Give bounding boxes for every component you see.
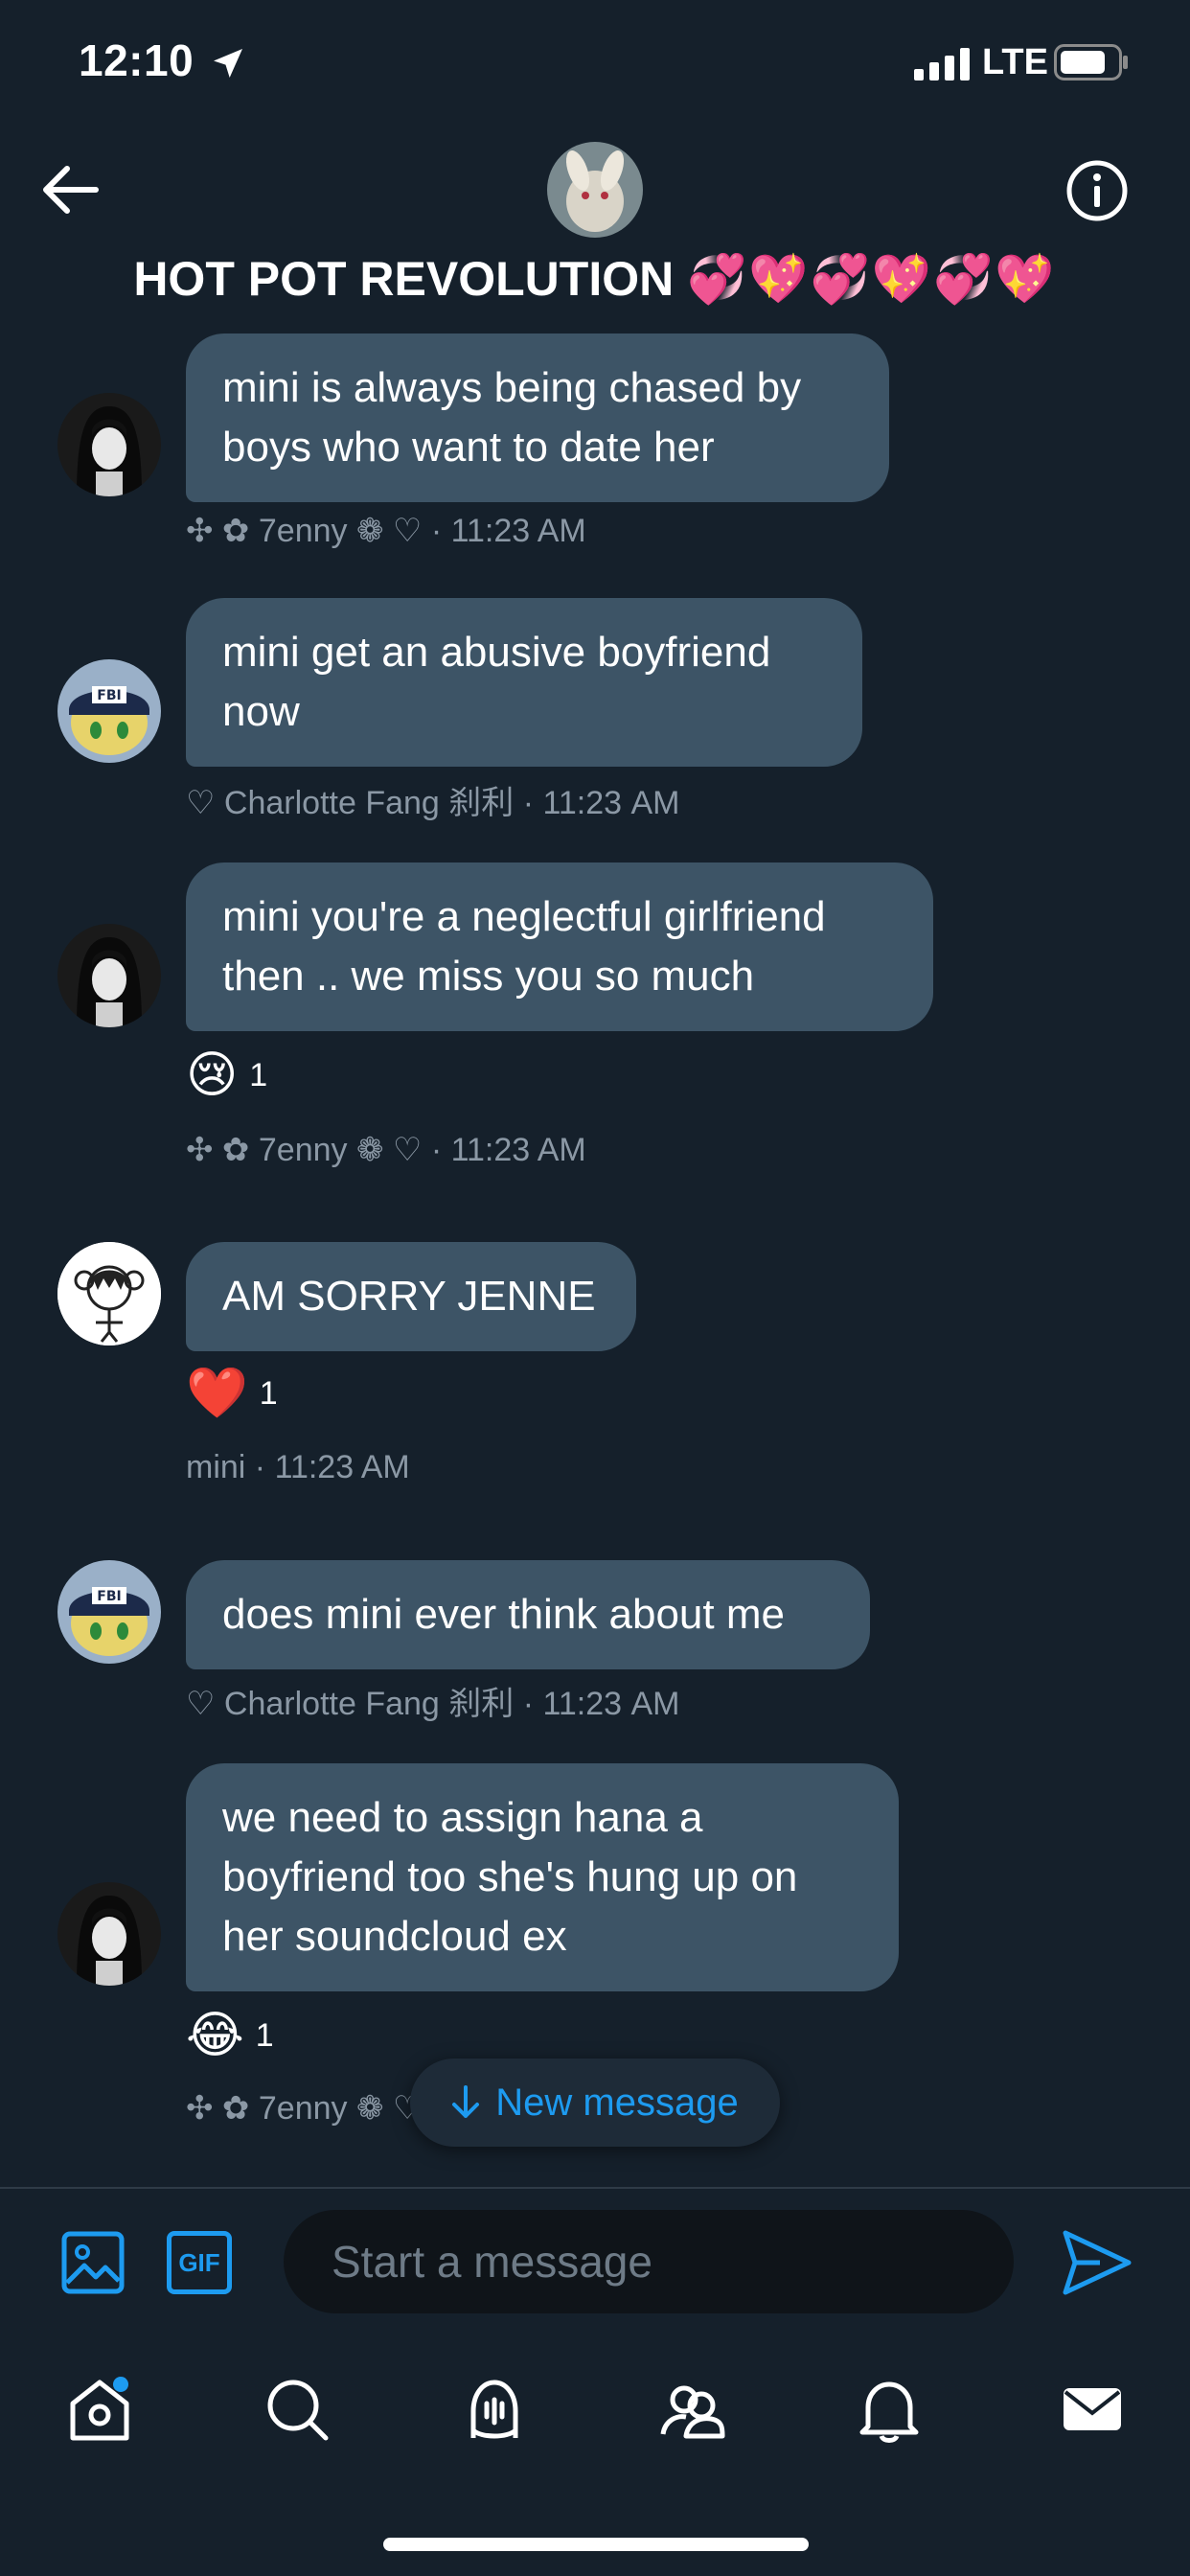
reaction-emoji: 😢 <box>186 1047 239 1103</box>
gif-label: GIF <box>178 2247 220 2277</box>
group-title-text: HOT POT REVOLUTION <box>133 252 675 306</box>
svg-text:FBI: FBI <box>97 688 121 703</box>
message-sender[interactable]: ♡ Charlotte Fang 刹利 <box>186 785 514 821</box>
message-time: 11:23 AM <box>542 1686 680 1722</box>
message-time: 11:23 AM <box>450 513 586 549</box>
signal-icon <box>914 48 970 80</box>
reaction-emoji: 😂 <box>186 2008 244 2063</box>
new-message-button[interactable]: New message <box>410 2058 780 2147</box>
image-icon[interactable] <box>61 2231 125 2294</box>
avatar-7enny[interactable] <box>57 1882 161 1986</box>
communities-icon[interactable] <box>657 2375 726 2444</box>
message-bubble[interactable]: does mini ever think about me <box>186 1560 870 1669</box>
group-title-emoji: 💞💖💞💖💞💖 <box>687 252 1057 306</box>
message-sender[interactable]: ✣ ✿ 7enny ❁ ♡ <box>186 513 422 549</box>
avatar-charlotte[interactable]: FBI <box>57 1560 161 1664</box>
message-input[interactable] <box>284 2210 1014 2313</box>
message-bubble[interactable]: mini get an abusive boyfriend now <box>186 598 862 767</box>
message-meta: ♡ Charlotte Fang 刹利 · 11:23 AM <box>186 785 680 821</box>
home-icon[interactable] <box>65 2375 134 2444</box>
message-bubble[interactable]: mini you're a neglectful girlfriend then… <box>186 862 933 1031</box>
message-time: 11:23 AM <box>450 1132 586 1168</box>
notifications-icon[interactable] <box>855 2375 924 2444</box>
group-avatar[interactable] <box>547 142 643 238</box>
message-time: 11:23 AM <box>274 1449 410 1485</box>
message-meta: ✣ ✿ 7enny ❁ ♡ · 11:23 AM <box>186 1132 586 1168</box>
network-label: LTE <box>982 42 1048 82</box>
message-bubble[interactable]: AM SORRY JENNE <box>186 1242 636 1351</box>
message-reaction[interactable]: 😂 1 <box>186 2007 274 2064</box>
info-icon[interactable] <box>1065 159 1129 222</box>
avatar-mini[interactable] <box>57 1242 161 1346</box>
avatar-7enny[interactable] <box>57 393 161 496</box>
message-meta: ✣ ✿ 7enny ❁ ♡ · 11:23 AM <box>186 513 586 549</box>
message-bubble[interactable]: mini is always being chased by boys who … <box>186 334 889 502</box>
message-time: 11:23 AM <box>542 785 680 821</box>
avatar-7enny[interactable] <box>57 924 161 1027</box>
message-sender[interactable]: ♡ Charlotte Fang 刹利 <box>186 1686 514 1722</box>
new-message-label: New message <box>495 2081 739 2124</box>
messages-icon[interactable] <box>1058 2375 1127 2444</box>
message-meta: ✣ ✿ 7enny ❁ ♡ <box>186 2089 422 2128</box>
location-arrow-icon <box>214 49 242 78</box>
message-meta: ♡ Charlotte Fang 刹利 · 11:23 AM <box>186 1686 680 1722</box>
svg-text:FBI: FBI <box>97 1589 121 1604</box>
avatar-charlotte[interactable]: FBI <box>57 659 161 763</box>
composer-divider <box>0 2187 1190 2189</box>
reaction-emoji: ❤️ <box>186 1366 248 1421</box>
message-sender[interactable]: ✣ ✿ 7enny ❁ ♡ <box>186 2090 422 2127</box>
gif-icon[interactable]: GIF <box>167 2231 232 2294</box>
message-reaction[interactable]: 😢 1 <box>186 1046 267 1104</box>
reaction-count: 1 <box>255 2016 274 2054</box>
spaces-icon[interactable] <box>460 2375 529 2444</box>
reaction-count: 1 <box>259 1374 278 1412</box>
search-icon[interactable] <box>263 2375 332 2444</box>
home-indicator <box>383 2538 809 2551</box>
message-sender[interactable]: ✣ ✿ 7enny ❁ ♡ <box>186 1132 422 1168</box>
group-title[interactable]: HOT POT REVOLUTION 💞💖💞💖💞💖 <box>0 251 1190 308</box>
message-sender[interactable]: mini <box>186 1449 245 1485</box>
message-bubble[interactable]: we need to assign hana a boyfriend too s… <box>186 1763 899 1991</box>
arrow-down-icon <box>452 2085 480 2118</box>
message-reaction[interactable]: ❤️ 1 <box>186 1365 278 1422</box>
battery-icon <box>1054 44 1128 80</box>
send-icon[interactable] <box>1062 2229 1133 2296</box>
message-meta: mini · 11:23 AM <box>186 1449 410 1485</box>
back-arrow-icon[interactable] <box>38 161 102 218</box>
reaction-count: 1 <box>249 1056 268 1093</box>
status-time: 12:10 <box>79 35 195 85</box>
